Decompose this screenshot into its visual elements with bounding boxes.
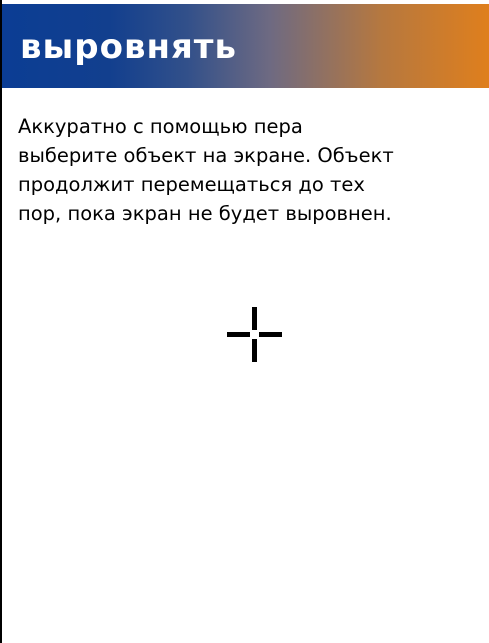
title-bar: выровнять <box>2 4 489 88</box>
instructions-text: Аккуратно с помощью пера выберите объект… <box>18 112 478 228</box>
page-title: выровнять <box>20 27 238 67</box>
align-screen[interactable]: выровнять Аккуратно с помощью пера выбер… <box>0 0 489 643</box>
crosshair-bottom-arm <box>252 339 257 362</box>
crosshair-top-arm <box>252 307 257 330</box>
instructions-line: продолжит перемещаться до тех <box>18 173 365 196</box>
instructions-line: выберите объект на экране. Объект <box>18 144 394 167</box>
instructions-line: пор, пока экран не будет выровнен. <box>18 202 392 225</box>
crosshair-right-arm <box>259 332 282 337</box>
crosshair-left-arm <box>227 332 250 337</box>
instructions-line: Аккуратно с помощью пера <box>18 115 303 138</box>
crosshair-icon[interactable] <box>227 307 282 362</box>
